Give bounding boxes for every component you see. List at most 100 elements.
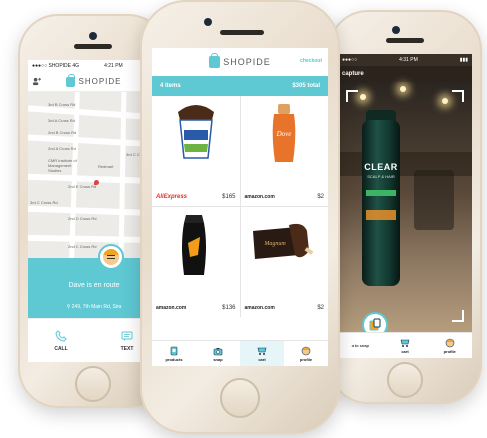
tab-label: cart [401, 348, 409, 354]
product-footer: amazon.com $2 [245, 305, 325, 311]
cart-summary-bar: 4 items $305 total [152, 76, 328, 96]
product-price: $2 [317, 305, 324, 311]
home-button[interactable] [75, 366, 111, 402]
product-card[interactable]: Magnum amazon.com $2 [240, 207, 328, 317]
frame-corner [346, 90, 358, 102]
shampoo-bottle: CLEAR SCALP & HAIR [362, 110, 400, 286]
store-logo: amazon.com [156, 305, 187, 311]
shower-gel-bottle-image [182, 215, 206, 275]
speaker-grille [386, 38, 424, 43]
front-camera [89, 32, 97, 40]
frame-corner [452, 90, 464, 102]
brand-name: SHOPIDE [78, 77, 122, 86]
tab-profile[interactable]: profile [284, 341, 328, 366]
map-label: 3rd A Cross Rd [48, 118, 75, 123]
phone-icon [55, 329, 67, 342]
map-label: Redmart [98, 164, 114, 169]
battery-icon: ▮▮▮ [459, 57, 468, 63]
shopide-logo-icon [66, 73, 76, 87]
map-label: 2nd A Cross Rd [48, 146, 76, 151]
product-grid: AliExpress $165 Dove amazon.com $2 amazo… [152, 96, 328, 317]
store-logo: amazon.com [244, 305, 275, 311]
tab-cart[interactable]: cart [240, 341, 284, 366]
speaker-grille [220, 30, 264, 35]
capture-header: capture [338, 66, 472, 82]
map-pin-icon [94, 180, 99, 185]
product-card[interactable]: Dove amazon.com $2 [240, 96, 328, 206]
carrier-text: ●●●○○ [342, 57, 358, 63]
back-to-snap-tab[interactable]: ◂ to snap [338, 333, 383, 358]
scan-product-icon [369, 318, 381, 331]
profile-icon [301, 346, 311, 355]
showcase: ●●●○○ SHOPIDE 4G 4:21 PM ▮▮▮ SHOPIDE 3rd… [0, 0, 487, 438]
phone-right: CLEAR SCALP & HAIR ●●●○○ 4:31 PM ▮▮▮ cap… [328, 10, 482, 404]
items-count: 4 items [160, 83, 181, 89]
carrier-text: ●●●○○ SHOPIDE 4G [32, 63, 80, 69]
tab-cart[interactable]: cart [383, 333, 428, 358]
product-footer: amazon.com $2 [245, 194, 325, 200]
call-label: CALL [54, 345, 68, 352]
user-icon[interactable] [32, 77, 41, 86]
map-label: CMR Institute of Management Studies [48, 158, 77, 173]
capture-title: capture [342, 71, 364, 77]
product-price: $165 [222, 194, 236, 200]
message-icon [121, 331, 133, 341]
light-bulb [360, 94, 366, 100]
tab-label: profile [299, 356, 313, 362]
brand-name: SHOPIDE [223, 57, 271, 67]
driver-face-icon [103, 249, 119, 265]
map-label: 2nd D Cross Rd [68, 216, 97, 221]
shopide-logo-icon [209, 53, 221, 68]
light-bulb [400, 86, 406, 92]
home-button[interactable] [387, 362, 423, 398]
bottom-nav: products snap cart profile [152, 340, 328, 366]
svg-text:Magnum: Magnum [263, 241, 286, 247]
body-wash-bottle-image: Dove [272, 104, 295, 162]
time-text: 4:31 PM [399, 57, 418, 63]
tab-products[interactable]: products [152, 341, 196, 366]
tab-label: profile [443, 348, 456, 354]
tab-label: cart [258, 356, 266, 362]
product-price: $2 [317, 194, 324, 200]
phone-center: SHOPIDE checkout 4 items $305 total AliE… [140, 0, 340, 434]
call-button[interactable]: CALL [28, 319, 94, 362]
store-logo: amazon.com [244, 194, 275, 200]
ice-cream-tub-image [178, 105, 214, 159]
checkout-link[interactable]: checkout [300, 58, 322, 64]
cart-total: $305 total [292, 83, 320, 89]
status-bar: ●●●○○ 4:31 PM ▮▮▮ [338, 54, 472, 66]
map-label: 2nd C Cross Rd [68, 244, 97, 249]
map-label: 2nd E Cross Rd [68, 184, 97, 189]
product-price: $136 [222, 305, 236, 311]
cart-icon [400, 339, 410, 347]
cart-screen: SHOPIDE checkout 4 items $305 total AliE… [152, 48, 328, 366]
product-footer: amazon.com $136 [156, 305, 236, 311]
profile-icon [445, 338, 454, 347]
driver-avatar[interactable] [98, 244, 124, 270]
svg-text:Dove: Dove [275, 130, 291, 138]
front-camera [204, 18, 212, 26]
text-label: TEXT [120, 345, 134, 352]
back-label: ◂ to snap [351, 343, 369, 348]
product-line: SCALP & HAIR [367, 174, 395, 179]
camera-viewfinder[interactable]: CLEAR SCALP & HAIR [338, 82, 472, 332]
tab-snap[interactable]: snap [196, 341, 240, 366]
product-brand: CLEAR [364, 162, 398, 172]
tab-label: snap [213, 356, 223, 362]
time-text: 4:21 PM [104, 63, 123, 69]
background-product [414, 170, 454, 230]
store-logo: AliExpress [156, 194, 188, 200]
speaker-grille [74, 44, 112, 49]
product-card[interactable]: amazon.com $136 [152, 207, 240, 317]
tab-profile[interactable]: profile [427, 333, 472, 358]
product-card[interactable]: AliExpress $165 [152, 96, 240, 206]
home-button[interactable] [220, 378, 260, 418]
map-label: 3rd C Cross Rd [30, 200, 58, 205]
bottom-nav: ◂ to snap cart profile [338, 332, 472, 358]
address-text: 249, 7th Main Rd, Sira [71, 304, 122, 310]
capture-screen: CLEAR SCALP & HAIR ●●●○○ 4:31 PM ▮▮▮ cap… [338, 54, 472, 358]
light-bulb [442, 98, 448, 104]
frame-corner [452, 310, 464, 322]
ice-cream-bar-image: Magnum [252, 223, 313, 259]
tab-label: products [165, 356, 183, 362]
